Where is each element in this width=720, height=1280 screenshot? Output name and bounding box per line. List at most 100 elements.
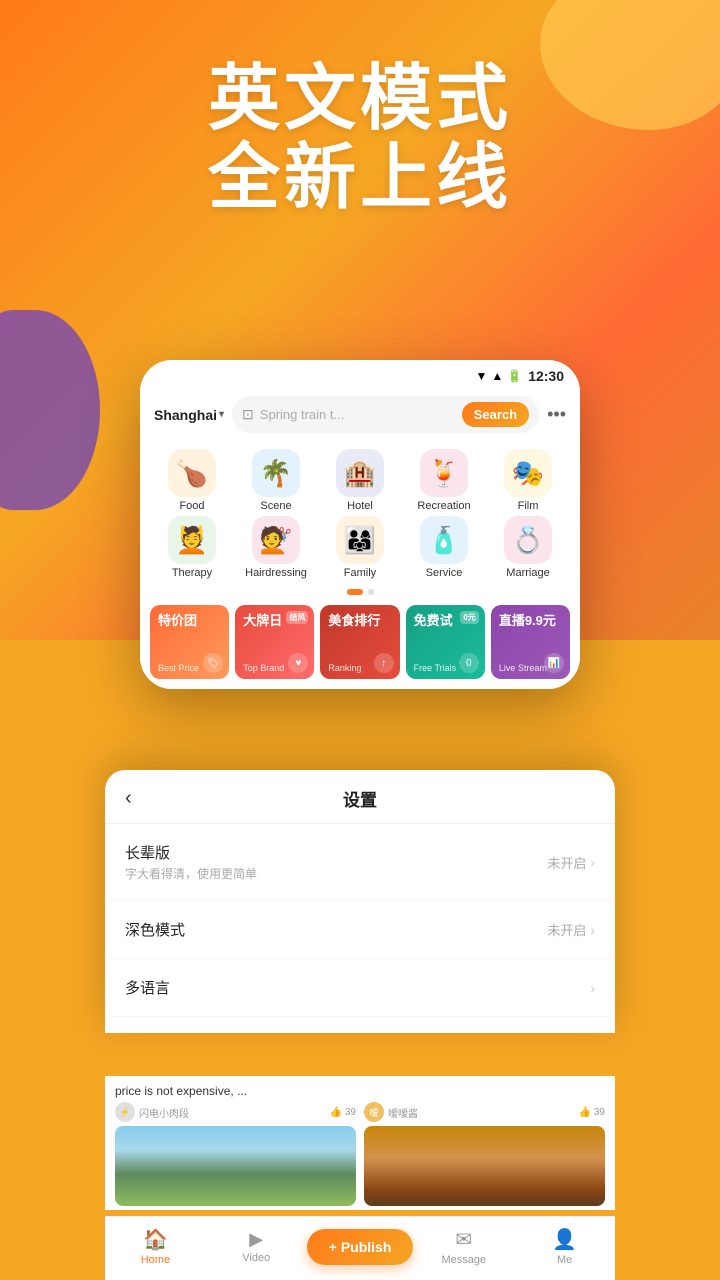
nav-video[interactable]: ▶ Video	[206, 1229, 307, 1264]
feed-item-1-avatar: ⚡	[115, 1102, 135, 1122]
nav-home[interactable]: 🏠 Home	[105, 1227, 206, 1266]
category-family[interactable]: 👨‍👩‍👧 Family	[324, 516, 396, 579]
location-text: Shanghai	[154, 407, 217, 423]
promo-best-price-icon: 🏷	[203, 653, 223, 673]
hero-line2: 全新上线	[208, 138, 512, 218]
settings-dark-mode-status: 未开启	[547, 920, 586, 939]
film-icon: 🎭	[504, 449, 552, 497]
settings-back-button[interactable]: ‹	[125, 787, 132, 810]
promo-free-trials-icon: 0	[459, 653, 479, 673]
search-placeholder: Spring train t...	[260, 407, 456, 422]
promo-free-trials-badge: 0元	[460, 611, 478, 624]
hairdressing-label: Hairdressing	[245, 567, 307, 579]
feed-item-2-meta: 嗳 嗳嗳酱 👍 39	[364, 1102, 605, 1122]
category-film[interactable]: 🎭 Film	[492, 449, 564, 512]
location-button[interactable]: Shanghai ▾	[154, 407, 224, 423]
nav-me[interactable]: 👤 Me	[514, 1227, 615, 1266]
food-icon: 🍗	[168, 449, 216, 497]
category-hotel[interactable]: 🏨 Hotel	[324, 449, 396, 512]
scene-label: Scene	[260, 500, 291, 512]
category-service[interactable]: 🧴 Service	[408, 516, 480, 579]
promo-top-brand-icon: ♥	[288, 653, 308, 673]
promo-live-stream-cn: 直播9.9元	[499, 613, 556, 629]
search-button[interactable]: Search	[462, 402, 529, 427]
settings-elder-mode-chevron: ›	[590, 854, 595, 870]
location-chevron: ▾	[219, 409, 224, 420]
settings-elder-mode-status: 未开启	[547, 853, 586, 872]
settings-card: ‹ 设置 长辈版 字大看得清，使用更简单 未开启 › 深色模式 未开启 › 多语…	[105, 770, 615, 1033]
settings-elder-mode-main: 长辈版	[125, 842, 547, 863]
promo-ranking[interactable]: 美食排行 Ranking ↑	[320, 605, 399, 679]
settings-language[interactable]: 多语言 ›	[105, 959, 615, 1017]
dot-2	[368, 589, 374, 595]
promo-live-stream-en: Live Stream	[499, 663, 547, 673]
settings-elder-mode[interactable]: 长辈版 字大看得清，使用更简单 未开启 ›	[105, 824, 615, 901]
settings-language-chevron: ›	[590, 980, 595, 996]
promo-top-brand[interactable]: 结风 大牌日 Top Brand ♥	[235, 605, 314, 679]
category-scene[interactable]: 🌴 Scene	[240, 449, 312, 512]
hairdressing-icon: 💇	[252, 516, 300, 564]
feed-item-2-avatar: 嗳	[364, 1102, 384, 1122]
promo-ranking-cn: 美食排行	[328, 613, 380, 629]
hotel-label: Hotel	[347, 500, 373, 512]
feed-item-2[interactable]: 嗳 嗳嗳酱 👍 39	[364, 1084, 605, 1206]
nav-message[interactable]: ✉ Message	[413, 1227, 514, 1266]
status-time: 12:30	[528, 368, 564, 384]
promo-best-price[interactable]: 特价团 Best Price 🏷	[150, 605, 229, 679]
status-bar: ▼ ▲ 🔋 12:30	[140, 360, 580, 388]
feed-item-1-meta: ⚡ 闪电小肉段 👍 39	[115, 1102, 356, 1122]
feed-item-1[interactable]: price is not expensive, ... ⚡ 闪电小肉段 👍 39	[115, 1084, 356, 1206]
marriage-icon: 💍	[504, 516, 552, 564]
promo-best-price-cn: 特价团	[158, 613, 197, 629]
settings-dark-mode-main: 深色模式	[125, 919, 547, 940]
service-icon: 🧴	[420, 516, 468, 564]
family-label: Family	[344, 567, 376, 579]
settings-header: ‹ 设置	[105, 770, 615, 824]
marriage-label: Marriage	[506, 567, 549, 579]
therapy-icon: 💆	[168, 516, 216, 564]
service-label: Service	[426, 567, 463, 579]
search-box[interactable]: ⊡ Spring train t... Search	[232, 396, 539, 433]
dots-indicator	[140, 583, 580, 601]
feed-item-1-likes: 👍 39	[330, 1107, 356, 1118]
home-icon: 🏠	[143, 1227, 168, 1252]
video-icon: ▶	[249, 1229, 263, 1250]
nav-publish[interactable]: + Publish	[307, 1229, 414, 1265]
promo-ranking-en: Ranking	[328, 663, 361, 673]
category-food[interactable]: 🍗 Food	[156, 449, 228, 512]
signal-icon: ▲	[491, 369, 503, 383]
bottom-navigation: 🏠 Home ▶ Video + Publish ✉ Message 👤 Me	[105, 1216, 615, 1280]
search-area: Shanghai ▾ ⊡ Spring train t... Search ••…	[140, 388, 580, 443]
category-therapy[interactable]: 💆 Therapy	[156, 516, 228, 579]
publish-plus-icon: +	[329, 1239, 337, 1255]
promo-top-brand-cn: 大牌日	[243, 613, 282, 629]
promo-section: 特价团 Best Price 🏷 结风 大牌日 Top Brand ♥ 美食排行…	[140, 601, 580, 689]
nav-message-label: Message	[441, 1254, 486, 1266]
film-label: Film	[518, 500, 539, 512]
promo-top-brand-badge: 结风	[286, 611, 308, 624]
feed-item-2-likes: 👍 39	[579, 1107, 605, 1118]
category-marriage[interactable]: 💍 Marriage	[492, 516, 564, 579]
promo-free-trials-en: Free Trials	[414, 663, 457, 673]
recreation-icon: 🍹	[420, 449, 468, 497]
promo-ranking-icon: ↑	[374, 653, 394, 673]
category-hairdressing[interactable]: 💇 Hairdressing	[240, 516, 312, 579]
settings-title: 设置	[125, 786, 595, 811]
feed-item-2-image	[364, 1126, 605, 1206]
settings-dark-mode[interactable]: 深色模式 未开启 ›	[105, 901, 615, 959]
more-button[interactable]: •••	[547, 404, 566, 425]
scene-icon: 🌴	[252, 449, 300, 497]
settings-language-left: 多语言	[125, 977, 590, 998]
battery-icon: 🔋	[507, 369, 522, 383]
publish-button[interactable]: + Publish	[307, 1229, 414, 1265]
category-row-2: 💆 Therapy 💇 Hairdressing 👨‍👩‍👧 Family 🧴 …	[150, 516, 570, 579]
nav-video-label: Video	[242, 1252, 270, 1264]
feed-item-1-text: price is not expensive, ...	[115, 1084, 356, 1098]
category-recreation[interactable]: 🍹 Recreation	[408, 449, 480, 512]
settings-dark-mode-right: 未开启 ›	[547, 920, 595, 939]
promo-live-stream[interactable]: 直播9.9元 Live Stream 📊	[491, 605, 570, 679]
status-icons: ▼ ▲ 🔋	[475, 369, 522, 383]
recreation-label: Recreation	[417, 500, 470, 512]
settings-dark-mode-chevron: ›	[590, 922, 595, 938]
promo-free-trials[interactable]: 免费试 0元 Free Trials 0	[406, 605, 485, 679]
